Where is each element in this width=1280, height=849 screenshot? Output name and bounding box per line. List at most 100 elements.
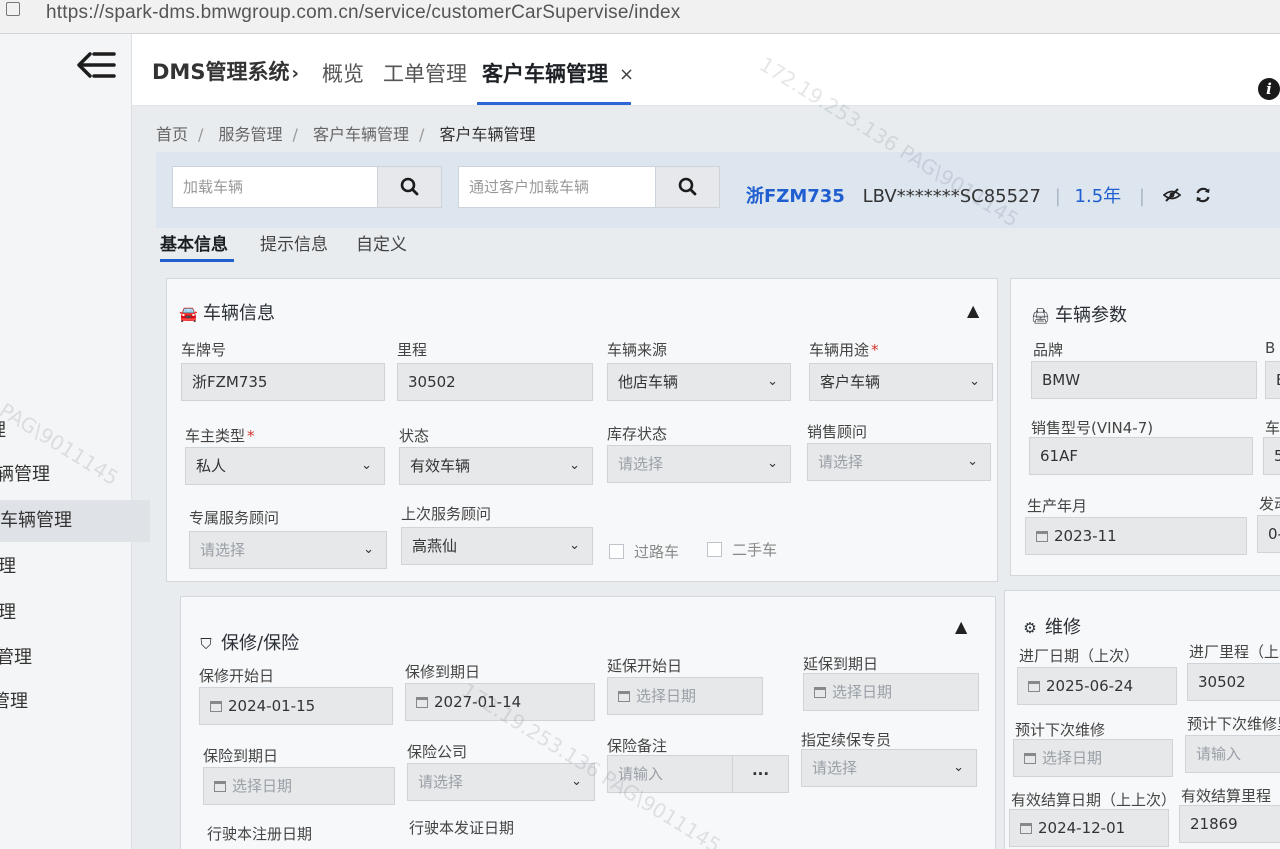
settlement-date-label: 有效结算日期（上上次） — [1011, 791, 1177, 809]
mileage-field[interactable]: 30502 — [397, 363, 593, 401]
plate-link[interactable]: 浙FZM735 — [746, 186, 845, 207]
breadcrumb-current: 客户车辆管理 — [439, 125, 536, 144]
vehicle-usage-label: 车辆用途 * — [809, 341, 879, 359]
warranty-start-field[interactable]: 2024-01-15 — [199, 687, 393, 725]
stock-status-select[interactable]: 请选择 ⌄ — [607, 445, 791, 483]
last-advisor-label: 上次服务顾问 — [401, 505, 492, 523]
breadcrumb: 首页 / 服务管理 / 客户车辆管理 / 客户车辆管理 — [156, 125, 536, 144]
sidebar-item[interactable]: 理 — [0, 410, 120, 452]
sales-advisor-label: 销售顾问 — [807, 423, 868, 441]
vehicle-summary: 浙FZM735 LBV*******SC85527 | 1.5年 | — [746, 182, 1212, 208]
subtab-hint-info[interactable]: 提示信息 — [260, 230, 328, 255]
sidebar-item[interactable]: 管理 — [0, 637, 128, 679]
system-brand[interactable]: DMS管理系统 › — [152, 56, 299, 86]
calendar-icon — [618, 691, 630, 702]
load-vehicle-search-button[interactable] — [377, 167, 441, 207]
insurance-end-label: 保险到期日 — [203, 747, 279, 765]
vehicle-search-bar: 浙FZM735 LBV*******SC85527 | 1.5年 | — [156, 152, 1280, 228]
active-subtab-indicator — [160, 259, 234, 262]
extended-start-label: 延保开始日 — [607, 657, 683, 675]
search-icon — [400, 177, 419, 196]
last-in-date-field[interactable]: 2025-06-24 — [1017, 667, 1177, 705]
next-maintenance-field[interactable]: 选择日期 — [1013, 739, 1173, 777]
vehicle-usage-select[interactable]: 客户车辆 ⌄ — [809, 363, 993, 401]
subtab-basic-info[interactable]: 基本信息 — [160, 230, 228, 255]
sales-advisor-select[interactable]: 请选择 ⌄ — [807, 443, 991, 481]
warranty-end-label: 保修到期日 — [405, 663, 481, 681]
sidebar: 理 辆管理 车辆管理 理 理 管理 管理 — [0, 34, 150, 849]
close-tab-icon[interactable]: × — [619, 64, 634, 85]
last-in-mileage-field[interactable]: 30502 — [1187, 663, 1280, 701]
chevron-down-icon: ⌄ — [361, 458, 372, 473]
load-vehicle-input[interactable] — [173, 167, 379, 207]
insurance-company-select[interactable]: 请选择 ⌄ — [407, 763, 595, 801]
brand-label: 品牌 — [1033, 341, 1064, 359]
last-in-date-label: 进厂日期（上次） — [1019, 647, 1140, 665]
insurance-note-field[interactable]: 请输入 ··· — [607, 755, 789, 793]
browser-address-bar[interactable]: https://spark-dms.bmwgroup.com.cn/servic… — [0, 0, 1280, 34]
extended-end-field[interactable]: 选择日期 — [803, 673, 979, 711]
load-by-customer-search-button[interactable] — [655, 167, 719, 207]
load-by-customer-input[interactable] — [459, 167, 657, 207]
top-header: DMS管理系统 › 概览 工单管理 客户车辆管理 × i — [132, 34, 1280, 106]
used-car-checkbox[interactable]: 二手车 — [707, 539, 777, 560]
more-options-icon[interactable]: ··· — [732, 756, 788, 792]
chevron-up-icon[interactable]: ▲ — [967, 301, 979, 320]
production-date-field[interactable]: 2023-11 — [1025, 517, 1247, 555]
vehicle-source-select[interactable]: 他店车辆 ⌄ — [607, 363, 791, 401]
production-date-label: 生产年月 — [1027, 497, 1088, 515]
warranty-end-field[interactable]: 2027-01-14 — [405, 683, 595, 721]
brand-field[interactable]: BMW — [1031, 361, 1257, 399]
tab-overview[interactable]: 概览 — [322, 58, 364, 88]
next-maintenance-mileage-field[interactable]: 请输入 — [1185, 735, 1280, 773]
owner-type-select[interactable]: 私人 ⌄ — [185, 447, 385, 485]
vin-text: LBV*******SC85527 — [862, 186, 1041, 207]
insurance-company-label: 保险公司 — [407, 743, 468, 761]
sidebar-item[interactable]: 管理 — [0, 681, 124, 723]
sidebar-item[interactable]: 理 — [0, 546, 130, 588]
load-vehicle-search — [172, 166, 442, 208]
cut-label-2: 车 — [1265, 419, 1280, 437]
tab-customer-vehicle[interactable]: 客户车辆管理 — [482, 58, 608, 88]
eye-off-icon[interactable] — [1162, 187, 1182, 203]
next-maintenance-mileage-label: 预计下次维修里 — [1187, 715, 1280, 733]
breadcrumb-customer-vehicle[interactable]: 客户车辆管理 — [313, 125, 409, 144]
vehicle-age: 1.5年 — [1074, 186, 1122, 207]
dedicated-advisor-select[interactable]: 请选择 ⌄ — [189, 531, 387, 569]
breadcrumb-home[interactable]: 首页 — [156, 125, 188, 144]
calendar-icon — [1036, 531, 1048, 542]
active-tab-indicator — [477, 102, 631, 105]
sales-model-field[interactable]: 61AF — [1029, 437, 1253, 475]
settlement-date-field[interactable]: 2024-12-01 — [1009, 809, 1169, 847]
status-select[interactable]: 有效车辆 ⌄ — [399, 447, 593, 485]
refresh-icon[interactable] — [1194, 186, 1212, 204]
load-by-customer-search — [458, 166, 720, 208]
url-text[interactable]: https://spark-dms.bmwgroup.com.cn/servic… — [46, 2, 681, 24]
subtab-custom[interactable]: 自定义 — [356, 230, 407, 255]
extended-end-label: 延保到期日 — [803, 655, 879, 673]
extended-start-field[interactable]: 选择日期 — [607, 677, 763, 715]
cut-field-engine[interactable]: 0- — [1257, 515, 1280, 553]
passing-vehicle-checkbox[interactable]: 过路车 — [609, 541, 679, 562]
tab-work-order[interactable]: 工单管理 — [383, 58, 467, 88]
renewal-specialist-select[interactable]: 请选择 ⌄ — [801, 749, 977, 787]
vehicle-info-panel: 🚘 车辆信息 ▲ 车牌号 浙FZM735 里程 30502 车辆来源 他店车辆 ⌄ … — [166, 278, 998, 582]
cut-field-2[interactable]: 53 — [1263, 437, 1280, 475]
breadcrumb-service[interactable]: 服务管理 — [219, 125, 283, 144]
cut-field-b[interactable]: B — [1265, 361, 1280, 399]
collapse-menu-button[interactable] — [74, 48, 118, 82]
settlement-mileage-field[interactable]: 21869 — [1179, 805, 1280, 843]
last-advisor-select[interactable]: 高燕仙 ⌄ — [401, 527, 593, 565]
sidebar-item[interactable]: 辆管理 — [0, 454, 128, 496]
detail-subtabs: 基本信息 提示信息 自定义 — [160, 228, 1280, 264]
chevron-down-icon: ⌄ — [969, 374, 980, 389]
maintenance-panel: ⚙维修 进厂日期（上次） 2025-06-24 进厂里程（上次 30502 预计… — [1004, 590, 1280, 849]
chevron-down-icon: ⌄ — [571, 774, 582, 789]
sidebar-item[interactable]: 理 — [0, 592, 130, 634]
vehicle-source-label: 车辆来源 — [607, 341, 668, 359]
insurance-end-field[interactable]: 选择日期 — [203, 767, 395, 805]
info-icon[interactable]: i — [1258, 78, 1280, 100]
sidebar-item-customer-vehicle[interactable]: 车辆管理 — [0, 500, 150, 542]
chevron-up-icon[interactable]: ▲ — [955, 617, 967, 636]
plate-field[interactable]: 浙FZM735 — [181, 363, 385, 401]
